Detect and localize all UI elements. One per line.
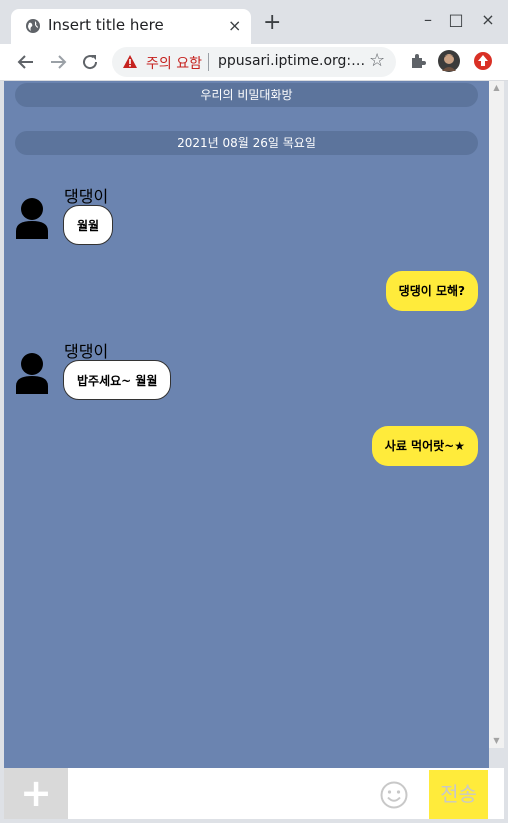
address-bar[interactable]: 주의 요함 ppusari.iptime.org:… ☆ <box>112 47 396 77</box>
message-bubble-in: 월월 <box>63 205 114 245</box>
window-close-button[interactable]: × <box>478 10 498 30</box>
puzzle-icon[interactable] <box>407 50 429 72</box>
scroll-up-icon[interactable]: ▲ <box>489 81 504 95</box>
minimize-button[interactable]: – <box>418 10 438 30</box>
user-avatar-icon <box>16 353 48 394</box>
attach-button[interactable]: + <box>4 768 68 819</box>
browser-window: Insert title here × + – □ × 주의 요함 ppusar… <box>0 0 508 823</box>
tab-strip: Insert title here × + – □ × <box>0 0 508 44</box>
message-bubble-in: 밥주세요~ 월월 <box>63 360 172 400</box>
emoji-icon[interactable] <box>379 780 409 810</box>
user-avatar-icon <box>16 198 48 239</box>
url-divider <box>208 53 209 71</box>
date-divider: 2021년 08월 26일 목요일 <box>15 131 478 155</box>
tab-close-icon[interactable]: × <box>228 17 241 35</box>
update-icon[interactable] <box>472 50 494 72</box>
maximize-button[interactable]: □ <box>446 10 466 30</box>
profile-icon[interactable] <box>438 50 460 72</box>
forward-icon[interactable] <box>46 50 70 74</box>
url-text[interactable]: ppusari.iptime.org:… <box>218 53 365 69</box>
send-button[interactable]: 전송 <box>429 770 488 819</box>
room-title: 우리의 비밀대화방 <box>15 83 478 107</box>
message-bubble-out: 댕댕이 모해? <box>385 271 478 311</box>
back-icon[interactable] <box>14 50 38 74</box>
browser-tab[interactable]: Insert title here × <box>11 9 251 44</box>
sender-name: 댕댕이 <box>64 187 109 206</box>
globe-icon <box>26 19 40 33</box>
new-tab-button[interactable]: + <box>263 12 281 34</box>
browser-toolbar: 주의 요함 ppusari.iptime.org:… ☆ <box>0 44 508 81</box>
reload-icon[interactable] <box>78 50 102 74</box>
message-input[interactable] <box>72 772 376 816</box>
security-warning[interactable]: 주의 요함 <box>146 53 202 73</box>
tab-title: Insert title here <box>48 16 164 34</box>
warning-icon <box>123 55 137 68</box>
message-bubble-out: 사료 먹어랏~★ <box>371 426 478 466</box>
chat-area[interactable]: 우리의 비밀대화방 2021년 08월 26일 목요일 댕댕이 월월 댕댕이 모… <box>4 81 489 768</box>
star-icon[interactable]: ☆ <box>369 50 385 71</box>
sender-name: 댕댕이 <box>64 342 109 361</box>
message-composer: + 전송 <box>4 768 504 819</box>
page-scrollbar[interactable]: ▲ ▼ <box>489 81 504 748</box>
scroll-down-icon[interactable]: ▼ <box>489 734 504 748</box>
